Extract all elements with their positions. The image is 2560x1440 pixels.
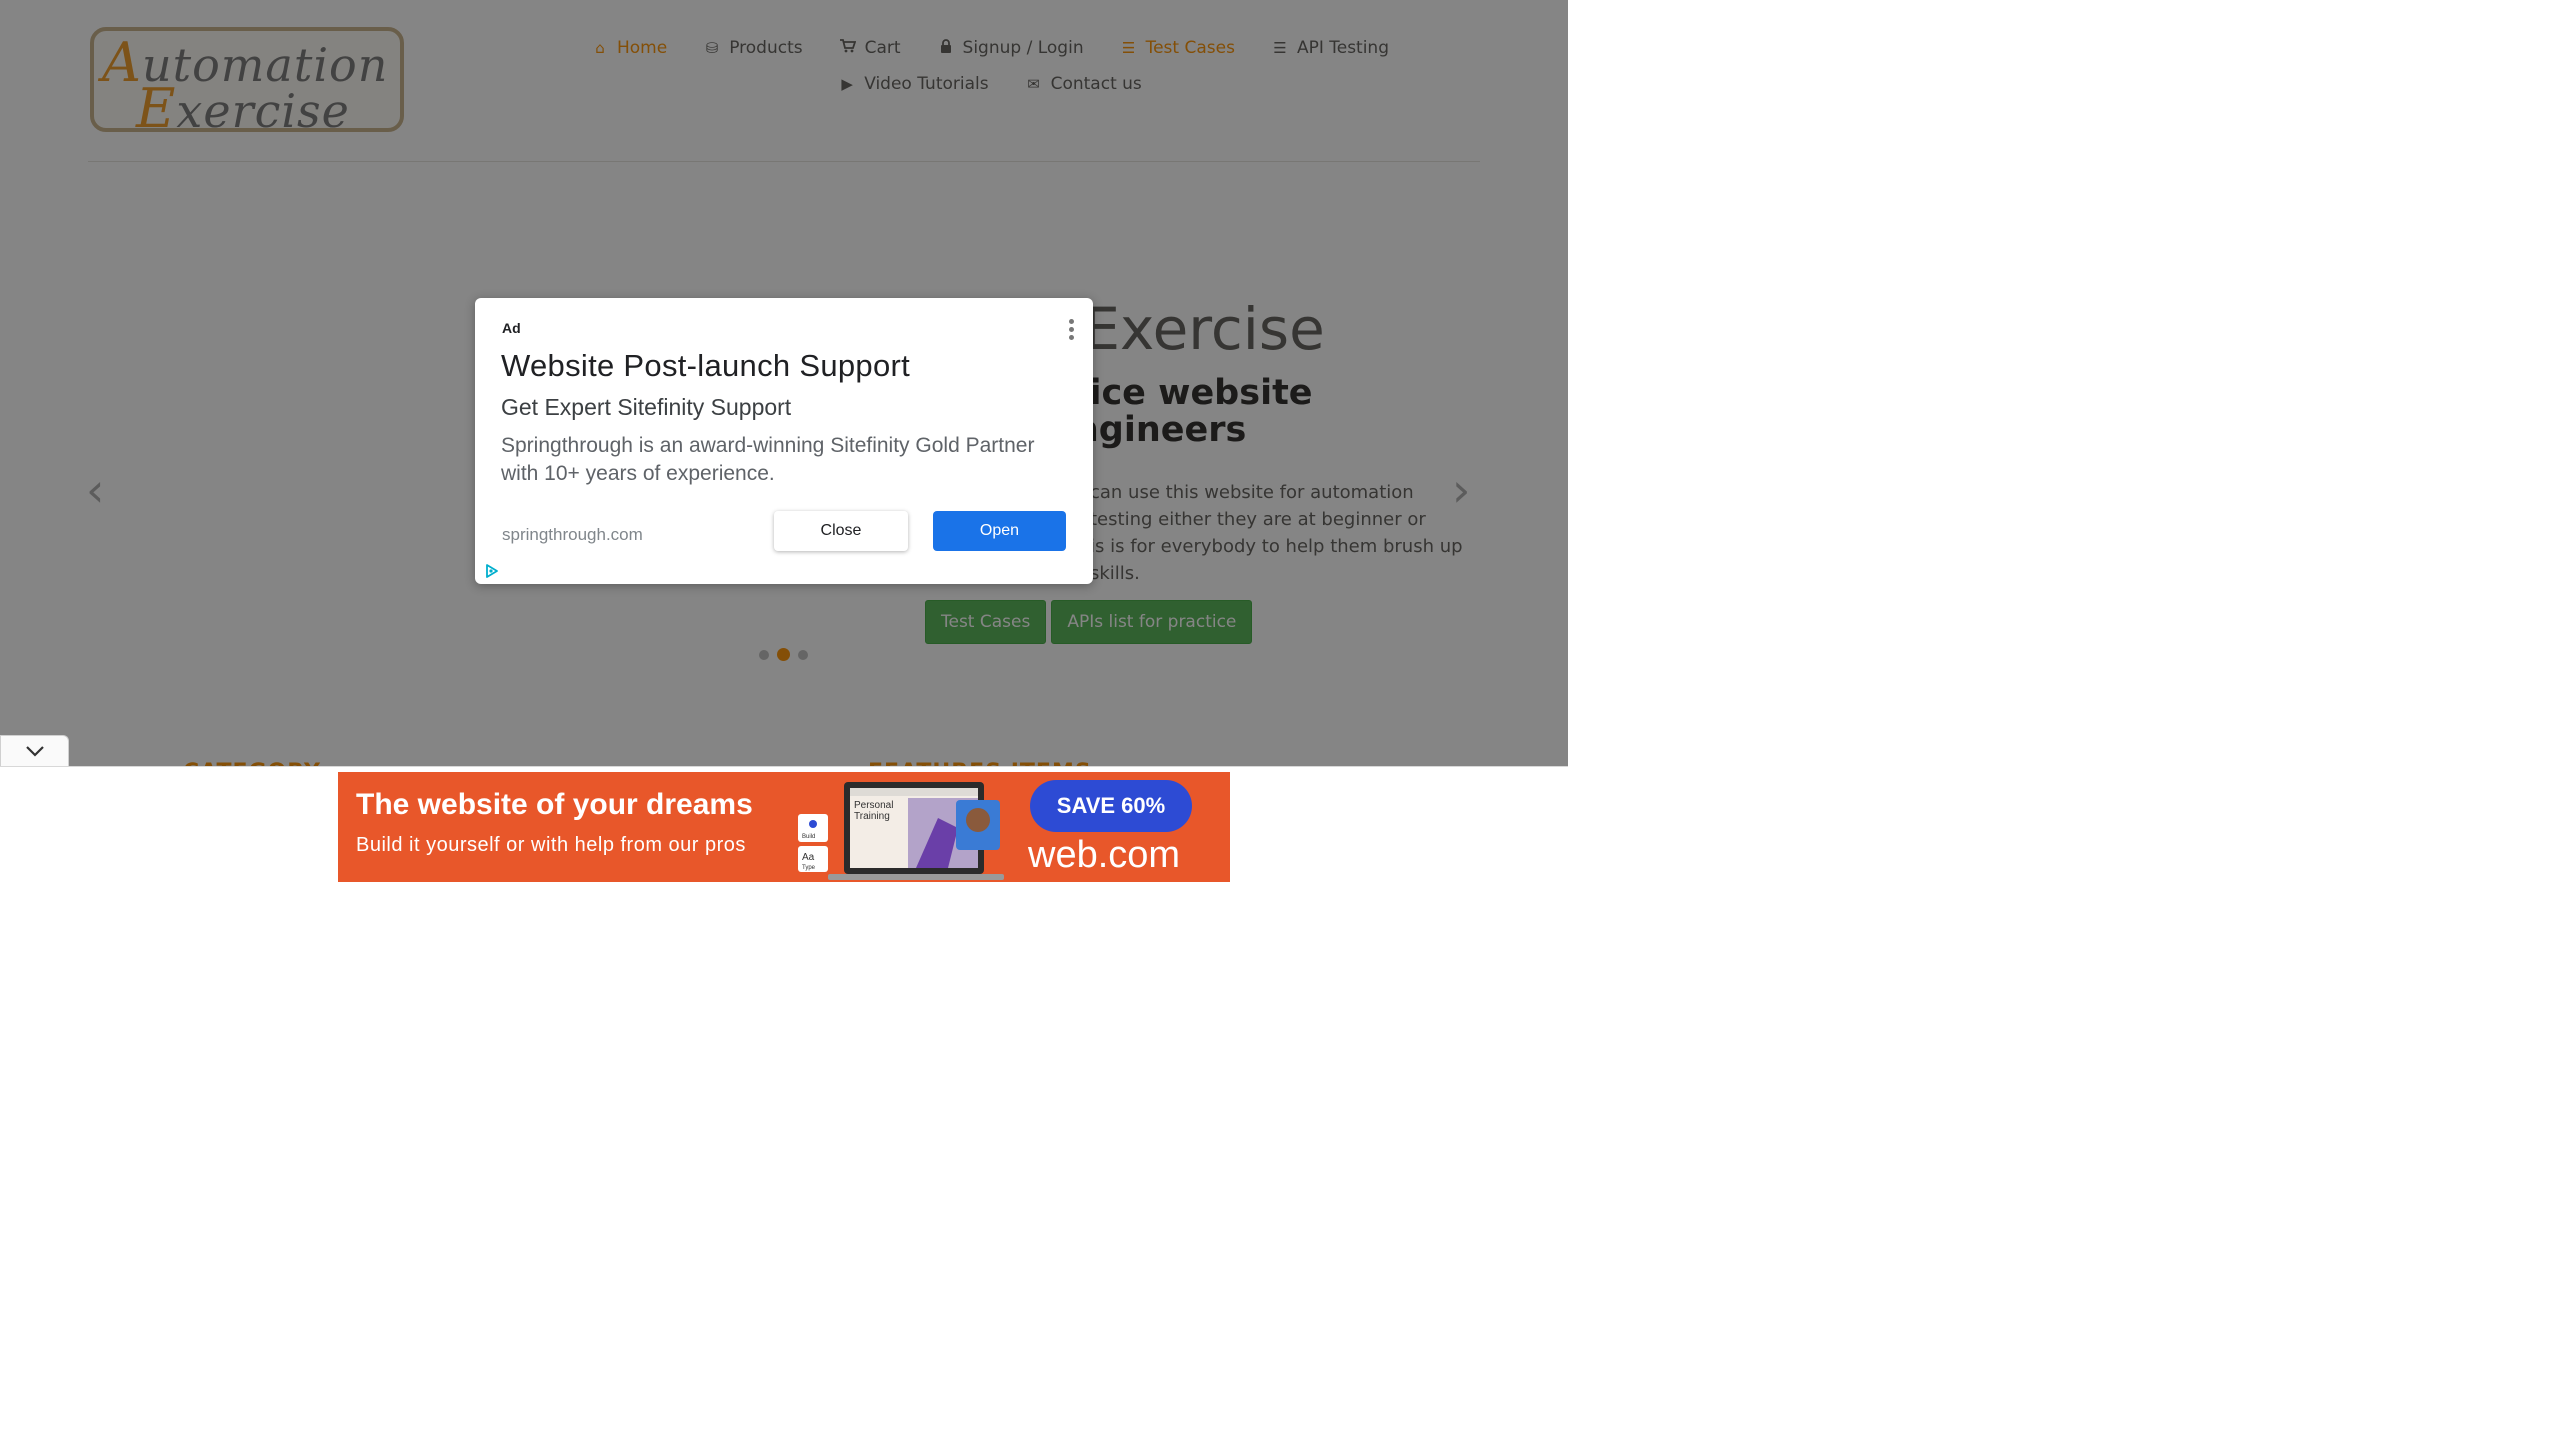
laptop-illustration-icon: Personal Training Build Aa Type [798,782,1004,880]
ad-subheadline[interactable]: Get Expert Sitefinity Support [501,394,791,421]
chevron-down-icon [25,741,45,762]
open-button[interactable]: Open [933,511,1066,551]
ad-modal: Ad Website Post-launch Support Get Exper… [475,298,1093,584]
ad-label: Ad [502,320,521,336]
ad-domain[interactable]: springthrough.com [502,525,643,545]
side-label-aa: Aa [802,852,815,863]
banner-headline: The website of your dreams [356,788,753,821]
close-button[interactable]: Close [774,511,908,551]
collapse-banner-tab[interactable] [0,735,69,767]
banner-brand: web.com [1028,834,1181,876]
ad-body-text: Springthrough is an award-winning Sitefi… [501,434,1035,485]
side-label-build: Build [802,834,815,840]
banner-subline: Build it yourself or with help from our … [356,834,746,856]
ad-headline[interactable]: Website Post-launch Support [501,348,910,384]
save-60-button[interactable]: SAVE 60% [1030,780,1192,832]
more-options-icon[interactable] [1067,316,1075,343]
adchoices-icon[interactable] [485,564,499,578]
laptop-text-2: Training [854,811,890,822]
side-label-type: Type [802,865,816,871]
laptop-text-1: Personal [854,800,893,811]
bottom-banner-ad[interactable]: The website of your dreams Build it your… [338,772,1230,882]
